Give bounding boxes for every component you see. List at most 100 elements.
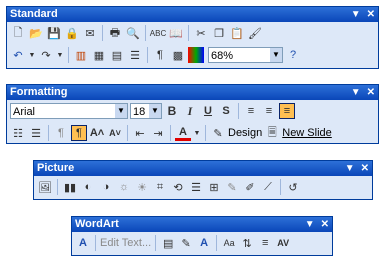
reset-picture-icon[interactable]: ↺: [285, 179, 301, 195]
align-right-icon[interactable]: ≡: [279, 103, 295, 119]
format-wordart-icon[interactable]: ✎: [178, 235, 194, 251]
wordart-gallery-icon[interactable]: ▤: [160, 235, 176, 251]
formatting-toolbar: Formatting ▼ ✕ Arial ▼ 18 ▼ B I U S ≡ ≡ ≡…: [6, 84, 379, 144]
left-to-right-icon[interactable]: ¶: [53, 125, 69, 141]
wordart-shape-icon[interactable]: A: [196, 235, 212, 251]
center-icon[interactable]: ≡: [261, 103, 277, 119]
insert-chart-icon[interactable]: ▥: [73, 47, 89, 63]
separator: [48, 125, 49, 141]
design-button[interactable]: Design: [228, 127, 262, 139]
picture-row: 🖼 ▮▮ ◐ ◑ ☼ ☀ ⌗ ⟲ ☰ ⊞ ✎ ✐ ⟋ ↺: [34, 176, 372, 198]
options-dropdown-icon[interactable]: ▼: [345, 161, 355, 176]
close-icon[interactable]: ✕: [321, 217, 329, 232]
paste-icon[interactable]: 📋: [229, 25, 245, 41]
more-brightness-icon[interactable]: ☼: [116, 179, 132, 195]
wordart-spacing-icon[interactable]: AV: [275, 235, 291, 251]
separator: [102, 25, 103, 41]
wordart-title-bar[interactable]: WordArt ▼ ✕: [72, 217, 332, 232]
chevron-down-icon[interactable]: ▼: [149, 104, 161, 118]
options-dropdown-icon[interactable]: ▼: [351, 7, 361, 22]
wordart-vertical-icon[interactable]: ⇅: [239, 235, 255, 251]
new-slide-icon[interactable]: 🗏: [264, 125, 280, 141]
increase-font-icon[interactable]: A˄: [89, 125, 105, 141]
picture-title-bar[interactable]: Picture ▼ ✕: [34, 161, 372, 176]
zoom-value: 68%: [211, 50, 234, 62]
set-transparent-icon[interactable]: ⟋: [260, 179, 276, 195]
redo-dropdown-icon[interactable]: ▼: [56, 47, 64, 63]
wordart-alignment-icon[interactable]: ≡: [257, 235, 273, 251]
formatting-title-bar[interactable]: Formatting ▼ ✕: [7, 85, 378, 100]
wordart-toolbar: WordArt ▼ ✕ A Edit Text... ▤ ✎ A Aa ⇅ ≡ A…: [71, 216, 333, 256]
new-document-icon[interactable]: 🗋: [10, 25, 26, 41]
font-combo[interactable]: Arial ▼: [10, 103, 128, 119]
increase-indent-icon[interactable]: ⇥: [150, 125, 166, 141]
close-icon[interactable]: ✕: [361, 161, 369, 176]
decrease-font-icon[interactable]: A˅: [107, 125, 123, 141]
font-color-dropdown-icon[interactable]: ▼: [193, 125, 201, 141]
recolor-icon[interactable]: ✎: [224, 179, 240, 195]
rotate-left-icon[interactable]: ⟲: [170, 179, 186, 195]
separator: [147, 47, 148, 63]
standard-toolbar: Standard ▼ ✕ 🗋 📂 💾 🔒 ✉ 🖶 🔍 ABC 📖 ✂ ❐ 📋 🖌 …: [6, 6, 379, 69]
close-icon[interactable]: ✕: [367, 7, 375, 22]
new-slide-button[interactable]: New Slide: [282, 127, 332, 139]
insert-wordart-icon[interactable]: A: [75, 235, 91, 251]
decrease-indent-icon[interactable]: ⇤: [132, 125, 148, 141]
close-icon[interactable]: ✕: [367, 85, 375, 100]
more-contrast-icon[interactable]: ◐: [80, 179, 96, 195]
redo-icon[interactable]: ↷: [38, 47, 54, 63]
options-dropdown-icon[interactable]: ▼: [305, 217, 315, 232]
formatting-title: Formatting: [10, 86, 68, 98]
font-size-combo[interactable]: 18 ▼: [130, 103, 162, 119]
image-control-icon[interactable]: ▮▮: [62, 179, 78, 195]
separator: [155, 235, 157, 251]
open-folder-icon[interactable]: 📂: [28, 25, 44, 41]
tables-borders-icon[interactable]: ▤: [109, 47, 125, 63]
cut-icon[interactable]: ✂: [193, 25, 209, 41]
formatting-row-1: Arial ▼ 18 ▼ B I U S ≡ ≡ ≡: [7, 100, 378, 122]
numbering-icon[interactable]: ☷: [10, 125, 26, 141]
less-contrast-icon[interactable]: ◑: [98, 179, 114, 195]
wordart-same-height-icon[interactable]: Aa: [221, 235, 237, 251]
spelling-icon[interactable]: ABC: [150, 25, 166, 41]
undo-dropdown-icon[interactable]: ▼: [28, 47, 36, 63]
format-painter-icon[interactable]: 🖌: [247, 25, 263, 41]
print-preview-icon[interactable]: 🔍: [125, 25, 141, 41]
zoom-combo[interactable]: 68% ▼: [208, 47, 283, 63]
picture-toolbar: Picture ▼ ✕ 🖼 ▮▮ ◐ ◑ ☼ ☀ ⌗ ⟲ ☰ ⊞ ✎ ✐ ⟋ ↺: [33, 160, 373, 200]
line-style-icon[interactable]: ☰: [188, 179, 204, 195]
crop-icon[interactable]: ⌗: [152, 179, 168, 195]
right-to-left-icon[interactable]: ¶: [71, 125, 87, 141]
font-color-icon[interactable]: A: [175, 125, 191, 141]
shadow-icon[interactable]: S: [218, 103, 234, 119]
chevron-down-icon[interactable]: ▼: [270, 48, 282, 62]
design-icon[interactable]: ✎: [210, 125, 226, 141]
print-icon[interactable]: 🖶: [107, 25, 123, 41]
options-dropdown-icon[interactable]: ▼: [351, 85, 361, 100]
email-icon[interactable]: ✉: [82, 25, 98, 41]
underline-icon[interactable]: U: [200, 103, 216, 119]
help-icon[interactable]: ?: [285, 47, 301, 63]
undo-icon[interactable]: ↶: [10, 47, 26, 63]
bullets-icon[interactable]: ☰: [28, 125, 44, 141]
research-icon[interactable]: 📖: [168, 25, 184, 41]
color-grayscale-icon[interactable]: [188, 47, 204, 63]
standard-title-bar[interactable]: Standard ▼ ✕: [7, 7, 378, 22]
edit-text-button[interactable]: Edit Text...: [100, 237, 151, 249]
align-left-icon[interactable]: ≡: [243, 103, 259, 119]
wordart-title: WordArt: [75, 218, 119, 230]
insert-picture-icon[interactable]: 🖼: [37, 179, 53, 195]
copy-icon[interactable]: ❐: [211, 25, 227, 41]
insert-table-icon[interactable]: ▦: [91, 47, 107, 63]
grid-icon[interactable]: ▩: [170, 47, 186, 63]
expand-all-icon[interactable]: ☰: [127, 47, 143, 63]
permission-icon[interactable]: 🔒: [64, 25, 80, 41]
bold-icon[interactable]: B: [164, 103, 180, 119]
italic-icon[interactable]: I: [182, 103, 198, 119]
chevron-down-icon[interactable]: ▼: [115, 104, 127, 118]
format-picture-icon[interactable]: ✐: [242, 179, 258, 195]
compress-icon[interactable]: ⊞: [206, 179, 222, 195]
save-icon[interactable]: 💾: [46, 25, 62, 41]
less-brightness-icon[interactable]: ☀: [134, 179, 150, 195]
show-formatting-icon[interactable]: ¶: [152, 47, 168, 63]
